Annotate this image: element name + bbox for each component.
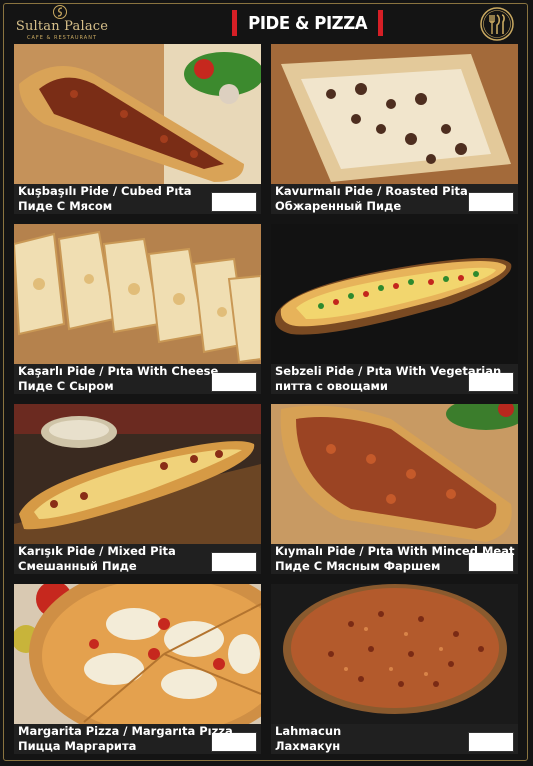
item-name: Karışık Pide / Mixed Pita [18, 544, 176, 558]
item-name: Kavurmalı Pide / Roasted Pita [275, 184, 468, 198]
menu-item-cheese-pita[interactable]: Kaşarlı Pide / Pıta With Cheese Пиде С С… [14, 224, 261, 394]
menu-item-minced-meat-pita[interactable]: Kıymalı Pide / Pıta With Minced Meat Пид… [271, 404, 518, 574]
item-name-ru: Пицца Маргарита [18, 739, 137, 753]
item-photo [271, 584, 518, 724]
item-photo [14, 404, 261, 544]
menu-item-lahmacun[interactable]: Lahmacun Лахмакун [271, 584, 518, 754]
item-photo [14, 44, 261, 184]
item-photo [271, 404, 518, 544]
menu-grid: Kuşbaşılı Pide / Cubed Pıta Пиде С Мясом… [0, 0, 533, 766]
menu-item-vegetarian-pita[interactable]: Sebzeli Pide / Pıta With Vegetarian питт… [271, 224, 518, 394]
item-photo [271, 44, 518, 184]
menu-item-cubed-pita[interactable]: Kuşbaşılı Pide / Cubed Pıta Пиде С Мясом [14, 44, 261, 214]
item-name-ru: Лахмакун [275, 739, 341, 753]
item-name-ru: Пиде С Сыром [18, 379, 114, 393]
menu-item-roasted-pita[interactable]: Kavurmalı Pide / Roasted Pita Обжаренный… [271, 44, 518, 214]
item-name-ru: Пиде С Мясом [18, 199, 113, 213]
item-name: Sebzeli Pide / Pıta With Vegetarian [275, 364, 502, 378]
menu-item-mixed-pita[interactable]: Karışık Pide / Mixed Pita Смешанный Пиде [14, 404, 261, 574]
item-name: Kuşbaşılı Pide / Cubed Pıta [18, 184, 192, 198]
item-photo [14, 224, 261, 364]
item-name: Kıymalı Pide / Pıta With Minced Meat [275, 544, 515, 558]
item-name-ru: питта с овощами [275, 379, 388, 393]
item-photo [14, 584, 261, 724]
item-name: Lahmacun [275, 724, 342, 738]
item-name: Margarita Pizza / Margarıta Pızza [18, 724, 233, 738]
item-name-ru: Пиде С Мясным Фаршем [275, 559, 441, 573]
menu-item-margarita-pizza[interactable]: Margarita Pizza / Margarıta Pızza Пицца … [14, 584, 261, 754]
item-name-ru: Обжаренный Пиде [275, 199, 402, 213]
item-photo [271, 224, 518, 364]
item-name-ru: Смешанный Пиде [18, 559, 137, 573]
item-name: Kaşarlı Pide / Pıta With Cheese [18, 364, 219, 378]
